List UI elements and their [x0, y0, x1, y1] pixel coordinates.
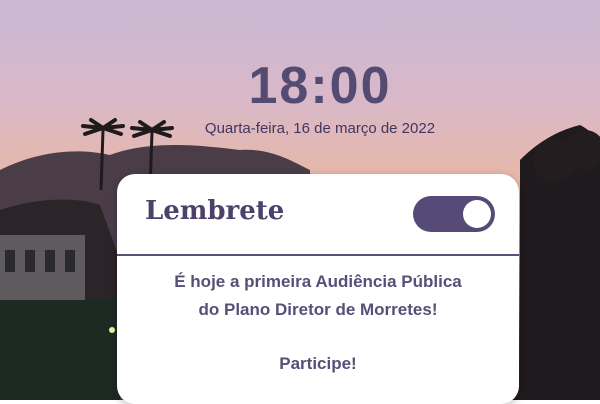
notification-header: Lembrete: [117, 174, 519, 256]
message-line-1: É hoje a primeira Audiência Pública: [174, 272, 462, 291]
clock-time: 18:00: [248, 57, 392, 115]
reminder-notification-card[interactable]: Lembrete É hoje a primeira Audiência Púb…: [117, 174, 519, 404]
toggle-knob: [463, 200, 491, 228]
call-to-action-text: Participe!: [279, 354, 357, 373]
message-line-2: do Plano Diretor de Morretes!: [198, 300, 438, 319]
notification-message: É hoje a primeira Audiência Pública do P…: [117, 268, 519, 324]
clock-date: Quarta-feira, 16 de março de 2022: [204, 120, 436, 137]
reminder-toggle[interactable]: [413, 196, 495, 232]
notification-title: Lembrete: [145, 196, 285, 226]
